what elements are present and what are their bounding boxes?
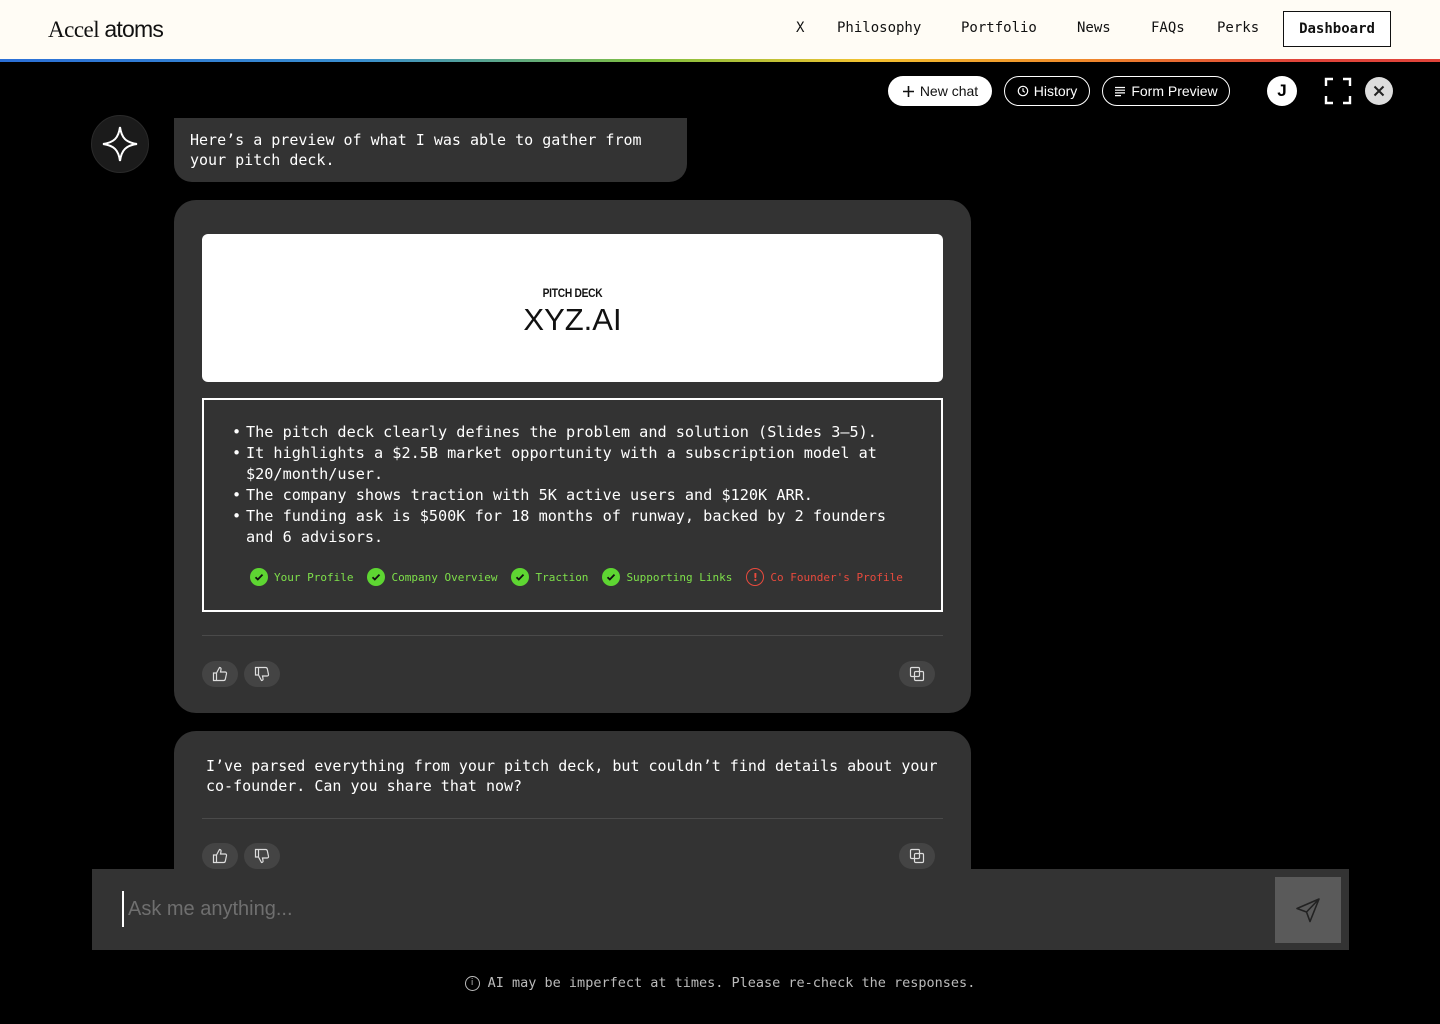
card-divider bbox=[202, 635, 943, 636]
thumbs-up-button[interactable] bbox=[202, 661, 238, 687]
check-label: Company Overview bbox=[391, 570, 498, 584]
disclaimer: i AI may be imperfect at times. Please r… bbox=[0, 975, 1440, 991]
nav-link-news[interactable]: News bbox=[1077, 20, 1111, 36]
card-divider bbox=[202, 818, 943, 819]
followup-text: I’ve parsed everything from your pitch d… bbox=[206, 757, 938, 795]
bot-avatar bbox=[91, 115, 149, 173]
thumbs-down-icon bbox=[254, 666, 270, 682]
send-icon bbox=[1296, 898, 1320, 923]
summary-bullet: The pitch deck clearly defines the probl… bbox=[232, 422, 915, 443]
close-icon bbox=[1373, 85, 1385, 97]
close-button[interactable] bbox=[1365, 77, 1393, 105]
check-traction: Traction bbox=[511, 568, 588, 586]
bot-message-followup: I’ve parsed everything from your pitch d… bbox=[174, 731, 971, 891]
deck-label: PITCH DECK bbox=[542, 286, 603, 300]
check-circle-icon bbox=[367, 568, 386, 586]
deck-title: XYZ.AI bbox=[523, 302, 622, 337]
expand-icon bbox=[1324, 77, 1352, 105]
thumbs-down-icon bbox=[254, 848, 270, 864]
summary-list: The pitch deck clearly defines the probl… bbox=[232, 422, 915, 548]
check-label: Co Founder's Profile bbox=[770, 570, 903, 584]
new-chat-button[interactable]: New chat bbox=[888, 76, 992, 106]
form-preview-button[interactable]: Form Preview bbox=[1102, 76, 1230, 106]
nav-link-portfolio[interactable]: Portfolio bbox=[961, 20, 1037, 36]
thumbs-down-button[interactable] bbox=[244, 661, 280, 687]
thumbs-up-icon bbox=[212, 848, 228, 864]
check-circle-icon bbox=[250, 568, 268, 586]
user-avatar[interactable]: J bbox=[1267, 76, 1297, 106]
plus-icon bbox=[902, 85, 914, 97]
history-button[interactable]: History bbox=[1004, 76, 1090, 106]
bot-message-intro: Here’s a preview of what I was able to g… bbox=[174, 118, 687, 182]
copy-button[interactable] bbox=[899, 661, 935, 687]
sparkle-icon bbox=[102, 126, 138, 162]
nav-link-x[interactable]: X bbox=[796, 20, 804, 36]
copy-button[interactable] bbox=[899, 843, 935, 869]
form-preview-label: Form Preview bbox=[1131, 83, 1218, 99]
history-icon bbox=[1017, 85, 1029, 97]
summary-bullet: The funding ask is $500K for 18 months o… bbox=[232, 506, 915, 548]
history-label: History bbox=[1033, 83, 1078, 99]
deck-summary: The pitch deck clearly defines the probl… bbox=[202, 398, 943, 612]
check-label: Your Profile bbox=[274, 570, 354, 584]
nav-link-perks[interactable]: Perks bbox=[1217, 20, 1259, 36]
logo[interactable]: Accel atoms bbox=[48, 16, 164, 43]
chat-input-bar bbox=[92, 869, 1349, 950]
check-company-overview: Company Overview bbox=[367, 568, 497, 586]
top-nav: Accel atoms X Philosophy Portfolio News … bbox=[0, 0, 1440, 59]
logo-atoms: atoms bbox=[104, 16, 164, 42]
alert-circle-icon: ! bbox=[746, 568, 765, 586]
pitch-deck-card: PITCH DECK XYZ.AI The pitch deck clearly… bbox=[174, 200, 971, 713]
dashboard-button[interactable]: Dashboard bbox=[1283, 11, 1391, 47]
check-your-profile: Your Profile bbox=[250, 568, 353, 586]
expand-button[interactable] bbox=[1324, 77, 1352, 105]
check-circle-icon bbox=[602, 568, 621, 586]
summary-bullet: The company shows traction with 5K activ… bbox=[232, 485, 915, 506]
copy-icon bbox=[909, 666, 925, 682]
thumbs-up-icon bbox=[212, 666, 228, 682]
nav-link-philosophy[interactable]: Philosophy bbox=[837, 20, 921, 36]
section-checklist: Your Profile Company Overview Traction S… bbox=[250, 568, 917, 586]
send-button[interactable] bbox=[1275, 877, 1341, 943]
copy-icon bbox=[909, 848, 925, 864]
check-label: Traction bbox=[535, 570, 589, 584]
pitch-deck-preview[interactable]: PITCH DECK XYZ.AI bbox=[202, 234, 943, 382]
new-chat-label: New chat bbox=[919, 83, 979, 99]
rainbow-divider bbox=[0, 59, 1440, 62]
form-icon bbox=[1115, 86, 1126, 96]
check-circle-icon bbox=[511, 568, 530, 586]
check-supporting-links: Supporting Links bbox=[602, 568, 732, 586]
check-cofounder-profile: ! Co Founder's Profile bbox=[746, 568, 903, 586]
thumbs-up-button[interactable] bbox=[202, 843, 238, 869]
chat-input[interactable] bbox=[122, 891, 1252, 927]
info-icon: i bbox=[464, 975, 480, 991]
nav-link-faqs[interactable]: FAQs bbox=[1151, 20, 1185, 36]
check-label: Supporting Links bbox=[626, 570, 733, 584]
summary-bullet: It highlights a $2.5B market opportunity… bbox=[232, 443, 915, 485]
logo-accel: Accel bbox=[48, 17, 100, 42]
thumbs-down-button[interactable] bbox=[244, 843, 280, 869]
disclaimer-text: AI may be imperfect at times. Please re-… bbox=[487, 975, 976, 991]
